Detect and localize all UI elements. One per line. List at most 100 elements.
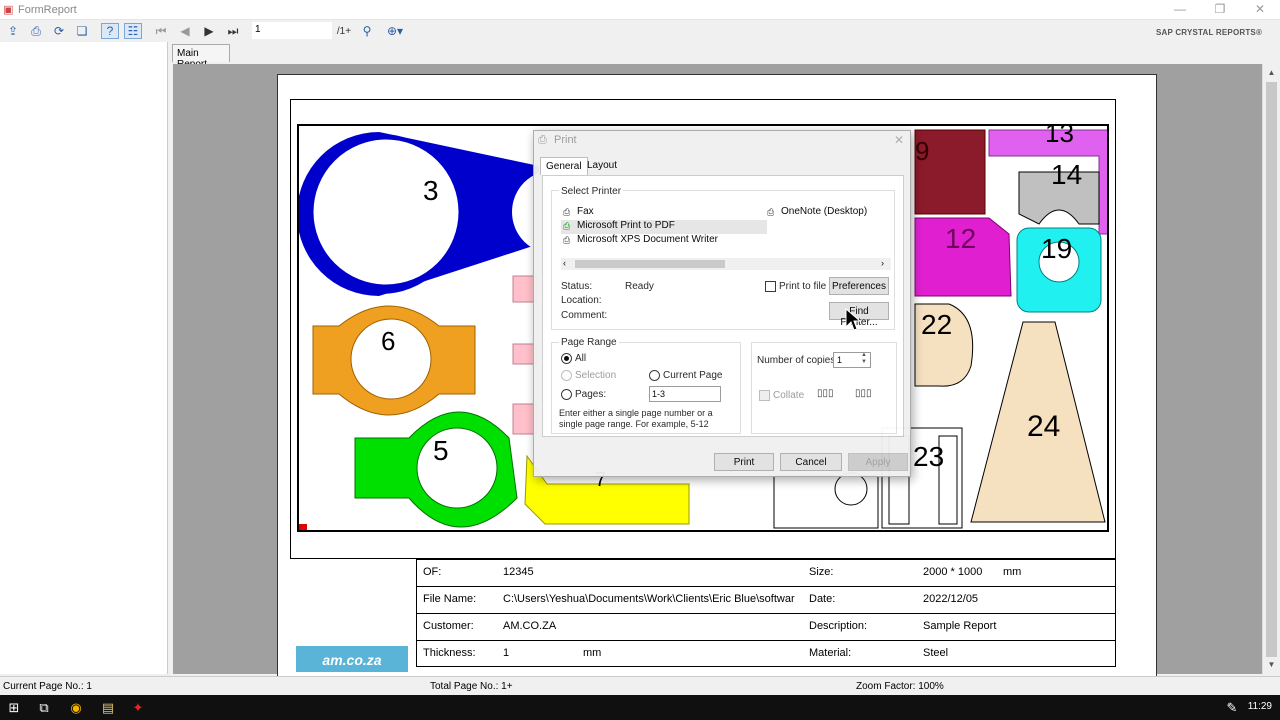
print-dialog: ⎙ Print ✕ General Layout Select Printer … [533, 130, 911, 477]
printer-list-scrollbar[interactable]: ‹ › [561, 258, 891, 270]
select-printer-label: Select Printer [559, 186, 624, 197]
page-number-input[interactable]: 1 [252, 22, 332, 39]
title-bar: ▣ FormReport — ❐ ✕ [0, 0, 1280, 20]
copy-icon[interactable]: ❏ [73, 23, 91, 39]
range-all-label: All [575, 353, 587, 364]
label-19: 19 [1041, 233, 1072, 264]
printer-default-icon: ⎙ [563, 221, 571, 231]
print-to-file-label: Print to file [779, 281, 827, 292]
scroll-down-icon[interactable]: ▼ [1263, 660, 1280, 669]
apply-button[interactable]: Apply [848, 453, 908, 471]
range-current-radio[interactable] [649, 370, 660, 381]
label-customer: Customer: [423, 620, 474, 632]
table-row: Customer: AM.CO.ZA Description: Sample R… [416, 613, 1116, 640]
printer-icon: ⎙ [563, 235, 571, 245]
range-pages-label: Pages: [575, 389, 607, 400]
label-3: 3 [423, 175, 439, 206]
toolbar: ⇪ ⎙ ⟳ ❏ ? ☷ ⏮ ◀ ▶ ⏭ /1+ ⚲ ⊕▾ [0, 20, 1280, 42]
cancel-button[interactable]: Cancel [780, 453, 842, 471]
status-value: Ready [625, 281, 654, 292]
unit-size: mm [1003, 566, 1022, 578]
printer-icon: ⎙ [538, 134, 547, 146]
app-icon: ▣ [3, 4, 14, 16]
fax-icon: ⎙ [563, 207, 571, 217]
table-row: OF: 12345 Size: 2000 * 1000 mm [416, 559, 1116, 586]
range-hint: Enter either a single page number or a s… [559, 408, 713, 429]
label-description: Description: [809, 620, 868, 632]
help-icon[interactable]: ? [101, 23, 119, 39]
mouse-cursor-icon [845, 308, 861, 331]
group-tree-panel[interactable] [0, 42, 168, 674]
unit-thickness: mm [583, 647, 602, 659]
info-table: OF: 12345 Size: 2000 * 1000 mm File Name… [416, 559, 1116, 674]
first-page-icon[interactable]: ⏮ [152, 23, 170, 39]
pen-icon[interactable]: ✎ [1222, 698, 1242, 718]
range-selection-radio[interactable] [561, 370, 572, 381]
scroll-left-icon[interactable]: ‹ [563, 258, 566, 268]
tab-layout[interactable]: Layout [582, 157, 622, 175]
refresh-icon[interactable]: ⟳ [50, 23, 68, 39]
file-explorer-icon[interactable]: ▤ [98, 698, 118, 718]
print-icon[interactable]: ⎙ [27, 23, 45, 39]
scroll-right-icon[interactable]: › [881, 258, 884, 268]
find-icon[interactable]: ⚲ [358, 23, 376, 39]
dialog-title: Print [554, 134, 577, 146]
restore-icon[interactable]: ❐ [1200, 2, 1240, 16]
zoom-icon[interactable]: ⊕▾ [382, 23, 408, 39]
preferences-button[interactable]: Preferences [829, 277, 889, 295]
export-icon[interactable]: ⇪ [4, 23, 22, 39]
collate-checkbox[interactable] [759, 390, 770, 401]
prev-page-icon[interactable]: ◀ [176, 23, 194, 39]
label-material: Material: [809, 647, 852, 659]
range-all-radio[interactable] [561, 353, 572, 364]
label-size: Size: [809, 566, 834, 578]
label-9: 9 [915, 136, 929, 166]
collate-pages-icon: ▯▯▯ [817, 388, 834, 399]
tab-main-report[interactable]: Main Report [172, 44, 230, 70]
value-size: 2000 * 1000 [923, 566, 983, 578]
vertical-scrollbar[interactable]: ▲ ▼ [1262, 64, 1279, 674]
scroll-up-icon[interactable]: ▲ [1263, 68, 1280, 77]
printer-icon: ⎙ [767, 207, 775, 217]
scroll-thumb[interactable] [1266, 82, 1277, 657]
close-icon[interactable]: ✕ [1240, 2, 1280, 16]
task-view-icon[interactable]: ⧉ [34, 698, 54, 718]
range-pages-radio[interactable] [561, 389, 572, 400]
current-page-status: Current Page No.: 1 [3, 681, 92, 692]
group-tree-icon[interactable]: ☷ [124, 23, 142, 39]
collate-pages-icon-2: ▯▯▯ [855, 388, 872, 399]
scroll-thumb[interactable] [575, 260, 725, 268]
page-total: /1+ [336, 25, 352, 37]
app-taskbar-icon[interactable]: ✦ [128, 698, 148, 718]
printer-item[interactable]: ⎙ Microsoft XPS Document Writer [561, 234, 761, 248]
range-current-label: Current Page [663, 370, 723, 381]
zoom-status: Zoom Factor: 100% [856, 681, 944, 692]
tab-general[interactable]: General [540, 157, 588, 175]
printer-item[interactable]: ⎙ OneNote (Desktop) [765, 206, 889, 220]
general-panel: Select Printer ⎙ Fax ⎙ Microsoft Print to … [542, 175, 904, 437]
chrome-icon[interactable]: ◉ [66, 698, 86, 718]
label-of: OF: [423, 566, 442, 578]
copies-label: Number of copies: [757, 355, 839, 366]
copies-spinner-icon[interactable]: ▲ ▼ [861, 352, 867, 366]
print-button[interactable]: Print [714, 453, 774, 471]
comment-label: Comment: [561, 310, 608, 321]
printer-list[interactable]: ⎙ Fax ⎙ Microsoft Print to PDF ⎙ Microsoft … [561, 206, 889, 256]
pages-input[interactable]: 1-3 [649, 386, 721, 402]
label-22: 22 [921, 309, 952, 340]
location-label: Location: [561, 295, 602, 306]
last-page-icon[interactable]: ⏭ [224, 23, 242, 39]
status-label: Status: [561, 281, 593, 292]
table-row: Thickness: 1 mm Material: Steel [416, 640, 1116, 667]
printer-item-selected[interactable]: ⎙ Microsoft Print to PDF [561, 220, 767, 234]
print-to-file-checkbox[interactable] [765, 281, 776, 292]
page-range-label: Page Range [559, 337, 619, 348]
value-material: Steel [923, 647, 949, 659]
next-page-icon[interactable]: ▶ [200, 23, 218, 39]
dialog-close-icon[interactable]: ✕ [894, 133, 904, 147]
windows-start-icon[interactable]: ⊞ [4, 698, 24, 718]
label-13: 13 [1045, 126, 1074, 148]
minimize-icon[interactable]: — [1160, 2, 1200, 16]
label-24: 24 [1027, 410, 1060, 443]
printer-item[interactable]: ⎙ Fax [561, 206, 761, 220]
